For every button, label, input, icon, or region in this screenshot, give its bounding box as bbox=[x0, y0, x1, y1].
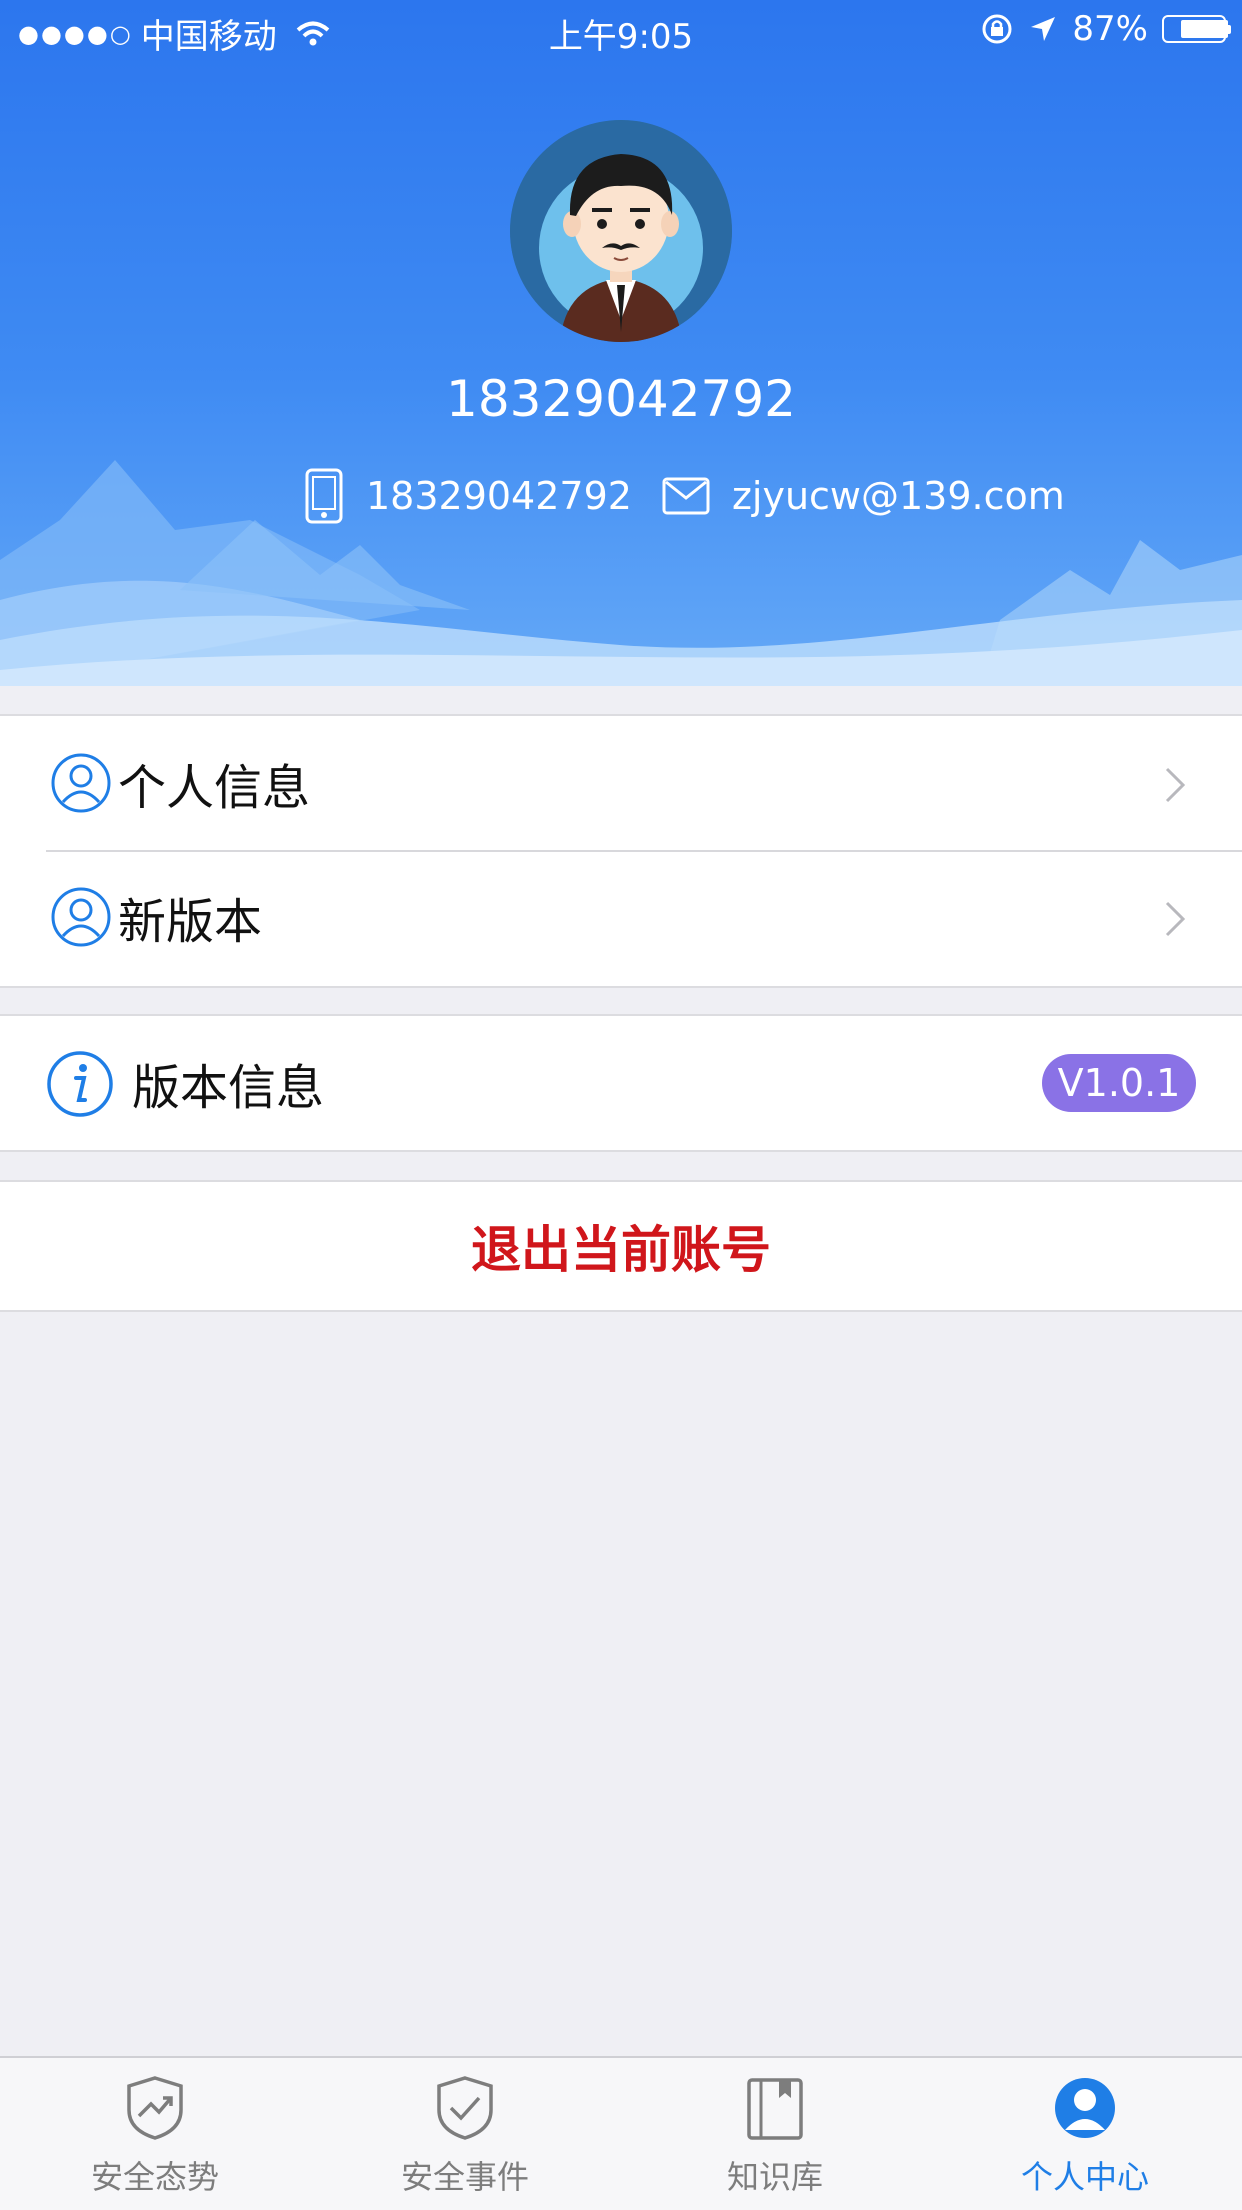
menu-item-label: 个人信息 bbox=[118, 760, 311, 816]
battery-icon bbox=[1162, 15, 1231, 43]
menu-item-new-version[interactable]: 新版本 bbox=[0, 850, 1242, 984]
chevron-right-icon bbox=[1165, 901, 1186, 937]
logout-button[interactable]: 退出当前账号 bbox=[0, 1180, 1242, 1312]
tab-label: 个人中心 bbox=[1020, 2158, 1149, 2196]
phone-icon bbox=[305, 468, 343, 524]
person-icon bbox=[1055, 2078, 1115, 2138]
tab-bar: 安全态势 安全事件 知识库 个人中心 bbox=[0, 2056, 1242, 2210]
shield-trend-icon bbox=[127, 2076, 183, 2140]
battery-percent: 87% bbox=[1072, 9, 1148, 49]
menu-item-label: 新版本 bbox=[118, 894, 263, 950]
tab-label: 知识库 bbox=[726, 2158, 823, 2196]
tab-personal-center[interactable]: 个人中心 bbox=[930, 2058, 1240, 2210]
tab-label: 安全态势 bbox=[90, 2158, 219, 2196]
shield-check-icon bbox=[437, 2076, 493, 2140]
rotation-lock-icon bbox=[982, 14, 1012, 44]
profile-menu-group: 个人信息 新版本 bbox=[0, 714, 1242, 988]
tab-security-events[interactable]: 安全事件 bbox=[310, 2058, 620, 2210]
version-info-row: 版本信息 V1.0.1 bbox=[0, 1016, 1242, 1150]
avatar[interactable] bbox=[510, 120, 732, 342]
location-arrow-icon bbox=[1031, 17, 1056, 41]
mountain-background bbox=[0, 460, 1242, 686]
contact-phone: 18329042792 bbox=[366, 474, 632, 518]
version-info-group: 版本信息 V1.0.1 bbox=[0, 1014, 1242, 1152]
version-badge: V1.0.1 bbox=[1042, 1054, 1196, 1112]
mail-icon bbox=[662, 477, 710, 515]
contact-email: zjyucw@139.com bbox=[731, 474, 1065, 518]
info-icon bbox=[47, 1051, 113, 1117]
contact-info: 18329042792 zjyucw@139.com bbox=[304, 466, 1065, 526]
tab-security-posture[interactable]: 安全态势 bbox=[0, 2058, 310, 2210]
username: 18329042792 bbox=[446, 370, 796, 428]
user-circle-icon bbox=[51, 753, 111, 813]
status-bar: ●●●●○ 中国移动 上午9:05 87% bbox=[0, 0, 1242, 60]
tab-label: 安全事件 bbox=[400, 2158, 529, 2196]
user-circle-icon bbox=[51, 887, 111, 947]
book-icon bbox=[747, 2078, 803, 2140]
tab-knowledge-base[interactable]: 知识库 bbox=[620, 2058, 930, 2210]
menu-item-personal-info[interactable]: 个人信息 bbox=[0, 716, 1242, 850]
avatar-cartoon-icon bbox=[510, 120, 732, 342]
chevron-right-icon bbox=[1165, 767, 1186, 803]
profile-header: ●●●●○ 中国移动 上午9:05 87% 18329042792 183290… bbox=[0, 0, 1242, 686]
version-info-label: 版本信息 bbox=[132, 1060, 325, 1116]
